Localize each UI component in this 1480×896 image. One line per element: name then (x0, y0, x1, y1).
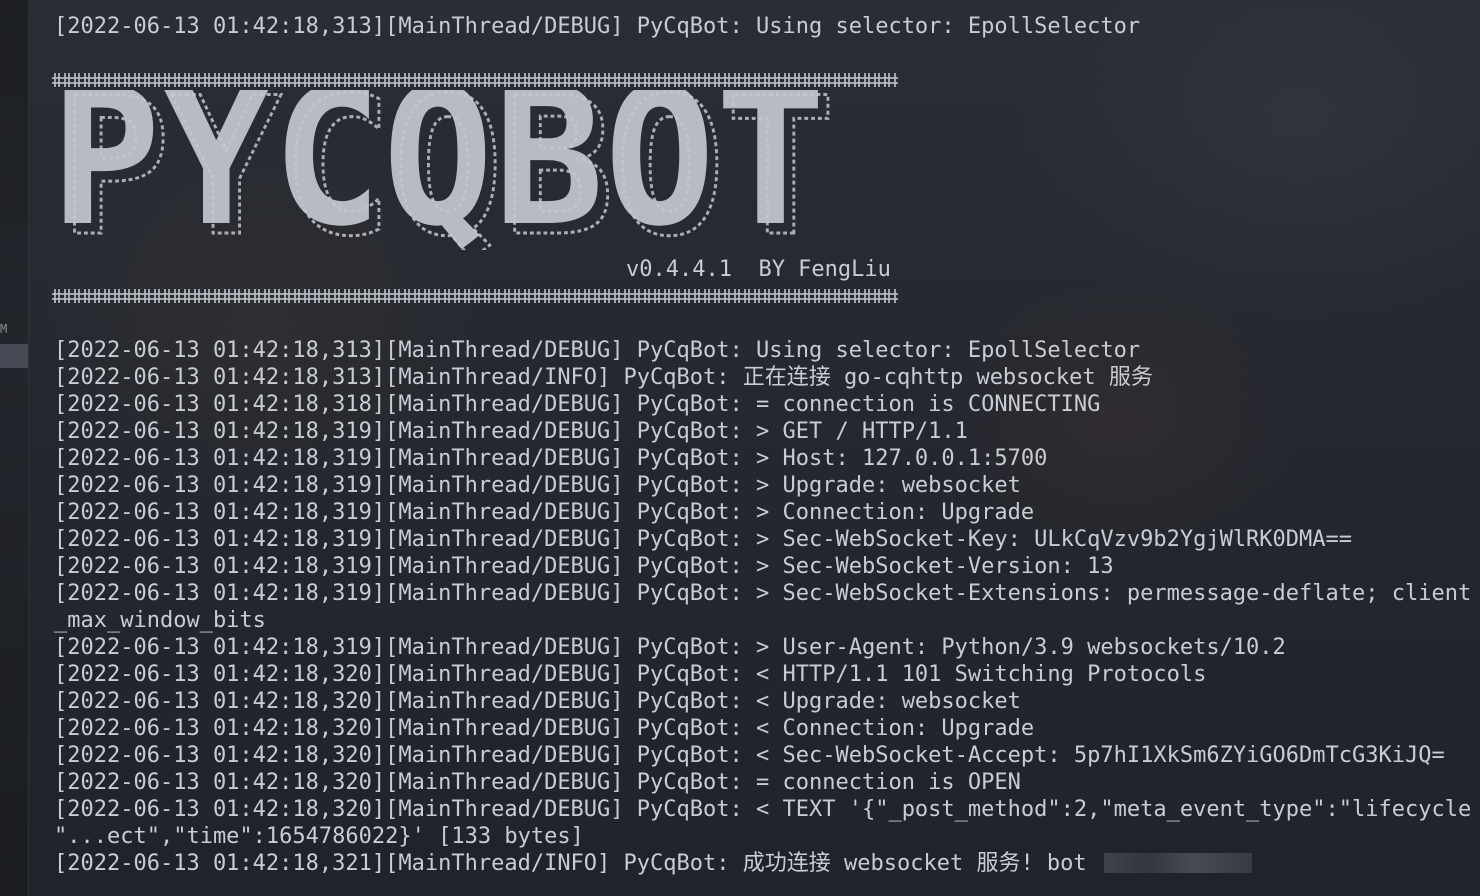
log-line: [2022-06-13 01:42:18,313][MainThread/INF… (54, 365, 1153, 390)
log-line: [2022-06-13 01:42:18,313][MainThread/DEB… (54, 338, 1141, 363)
log-line-wrapped: "...ect","time":1654786022}' [133 bytes] (54, 824, 584, 849)
banner-border-top (52, 73, 898, 87)
log-line: [2022-06-13 01:42:18,319][MainThread/DEB… (54, 500, 1035, 525)
log-line: [2022-06-13 01:42:18,319][MainThread/DEB… (54, 581, 1472, 606)
log-line: [2022-06-13 01:42:18,320][MainThread/DEB… (54, 689, 1021, 714)
log-line: [2022-06-13 01:42:18,320][MainThread/DEB… (54, 797, 1472, 822)
log-line-last: [2022-06-13 01:42:18,321][MainThread/INF… (54, 850, 1252, 877)
log-line: [2022-06-13 01:42:18,319][MainThread/DEB… (54, 419, 968, 444)
banner-logo: PYCQBOT PYCQBOT (50, 90, 838, 250)
log-line: [2022-06-13 01:42:18,319][MainThread/DEB… (54, 473, 1021, 498)
log-line: [2022-06-13 01:42:18,320][MainThread/DEB… (54, 743, 1445, 768)
log-line: [2022-06-13 01:42:18,320][MainThread/DEB… (54, 662, 1207, 687)
log-line: [2022-06-13 01:42:18,319][MainThread/DEB… (54, 554, 1114, 579)
log-line: [2022-06-13 01:42:18,320][MainThread/DEB… (54, 716, 1035, 741)
banner-logo-text: PYCQBOT (50, 90, 826, 250)
log-line-wrapped: _max_window_bits (54, 608, 266, 633)
redacted-bot-id (1103, 853, 1252, 873)
log-line: [2022-06-13 01:42:18,320][MainThread/DEB… (54, 770, 1021, 795)
side-panel-tab[interactable] (0, 344, 28, 368)
version-credit: v0.4.4.1 BY FengLiu (626, 257, 891, 282)
side-panel-glyph: M (0, 322, 8, 336)
terminal-window[interactable]: M [2022-06-13 01:42:18,313][MainThread/D… (0, 0, 1480, 896)
banner-border-bottom (52, 289, 898, 303)
log-line: [2022-06-13 01:42:18,319][MainThread/DEB… (54, 527, 1353, 552)
log-line-last-text: [2022-06-13 01:42:18,321][MainThread/INF… (54, 851, 1100, 876)
log-line: [2022-06-13 01:42:18,318][MainThread/DEB… (54, 392, 1101, 417)
side-panel-edge: M (0, 0, 29, 896)
log-line: [2022-06-13 01:42:18,319][MainThread/DEB… (54, 635, 1286, 660)
log-line-top: [2022-06-13 01:42:18,313][MainThread/DEB… (54, 14, 1141, 39)
log-line: [2022-06-13 01:42:18,319][MainThread/DEB… (54, 446, 1048, 471)
